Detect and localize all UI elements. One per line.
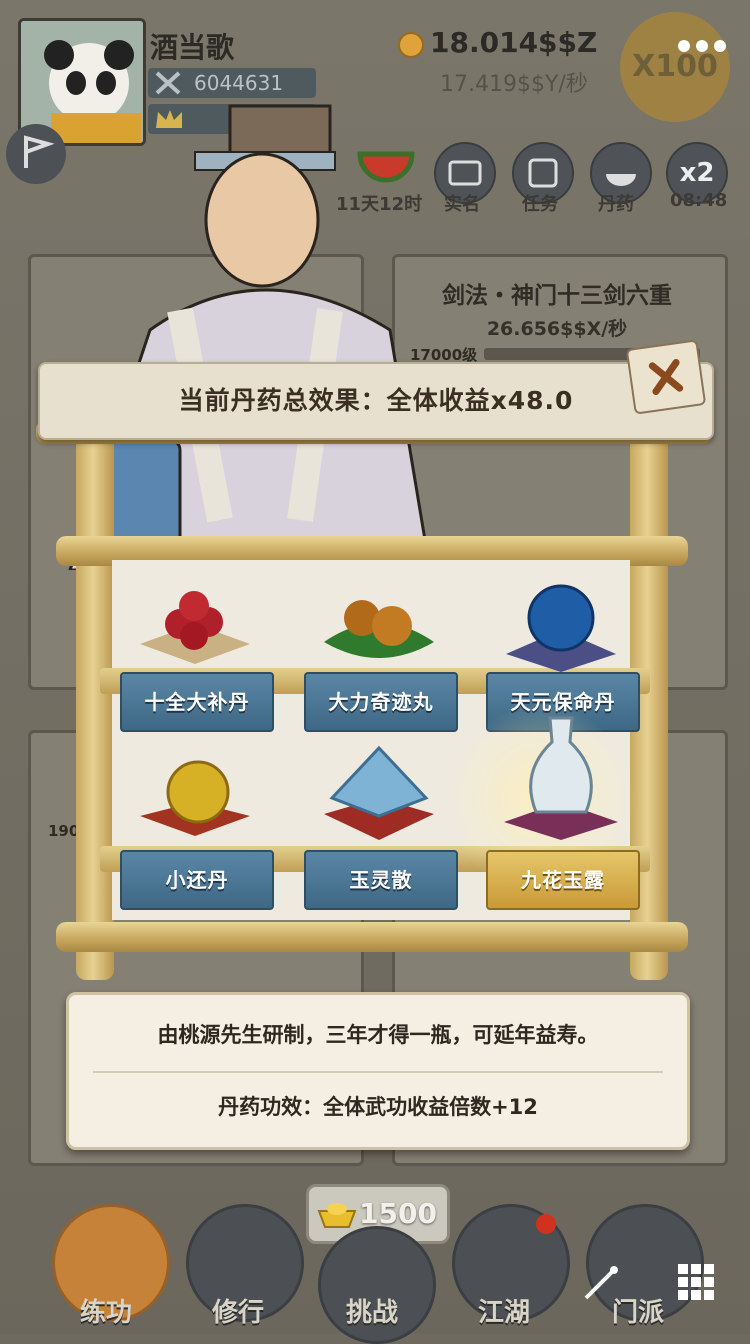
info-divider <box>93 1071 663 1073</box>
nav-jianghu-label: 江湖 <box>478 1298 531 1328</box>
pill-tag-4[interactable]: 小还丹 <box>120 850 274 910</box>
quest-label: 任务 <box>522 194 558 215</box>
crossed-swords-icon <box>155 71 181 95</box>
total-effect-banner: 当前丹药总效果：全体收益x48.0 <box>38 362 714 440</box>
pill-item-3[interactable] <box>486 574 636 684</box>
nav-train-label: 练功 <box>80 1298 133 1328</box>
more-dots-icon[interactable] <box>672 28 732 64</box>
close-button[interactable] <box>625 339 707 415</box>
grid-menu-icon[interactable] <box>676 1262 716 1302</box>
shelf-beam-bottom <box>56 922 688 952</box>
nav-challenge-label: 挑战 <box>346 1298 399 1328</box>
pill-info-box: 由桃源先生研制，三年才得一瓶，可延年益寿。 丹药功效：全体武功收益倍数+12 <box>66 992 690 1150</box>
pill-item-5[interactable] <box>304 744 454 854</box>
pill-tag-6-selected[interactable]: 九花玉露 <box>486 850 640 910</box>
money-rate: 17.419$$Y/秒 <box>440 72 588 97</box>
pill-description: 由桃源先生研制，三年才得一瓶，可延年益寿。 <box>157 1023 599 1047</box>
power-value: 6044631 <box>194 71 284 95</box>
total-effect-text: 当前丹药总效果：全体收益x48.0 <box>178 386 574 415</box>
speed-timer: 08:48 <box>670 190 728 211</box>
pill-tag-1[interactable]: 十全大补丹 <box>120 672 274 732</box>
pill-effect: 丹药功效：全体武功收益倍数+12 <box>218 1095 538 1119</box>
nav-cultivate-label: 修行 <box>212 1298 265 1328</box>
golden-orb-ginseng-icon <box>140 760 250 836</box>
close-icon <box>648 358 684 396</box>
blue-orb-pill-icon <box>506 584 616 672</box>
pill-label: 丹药 <box>598 194 634 215</box>
nav-jianghu-badge <box>536 1214 556 1234</box>
money-total: 18.014$$Z <box>430 26 598 59</box>
pill-item-6[interactable] <box>486 712 636 840</box>
crystal-powder-icon <box>324 745 434 840</box>
pill-tag-2[interactable]: 大力奇迹丸 <box>304 672 458 732</box>
pill-tag-5[interactable]: 玉灵散 <box>304 850 458 910</box>
gourd-coin-icon <box>398 32 424 58</box>
pill-item-4[interactable] <box>120 752 270 862</box>
magic-wand-icon[interactable] <box>578 1260 622 1304</box>
shelf-post-left <box>76 430 114 980</box>
brown-pills-on-leaf-icon <box>324 600 434 658</box>
gold-ingot-icon <box>317 1203 357 1228</box>
jade-vase-icon <box>504 716 618 840</box>
red-pills-icon <box>140 591 250 664</box>
player-name: 酒当歌 <box>150 31 235 64</box>
